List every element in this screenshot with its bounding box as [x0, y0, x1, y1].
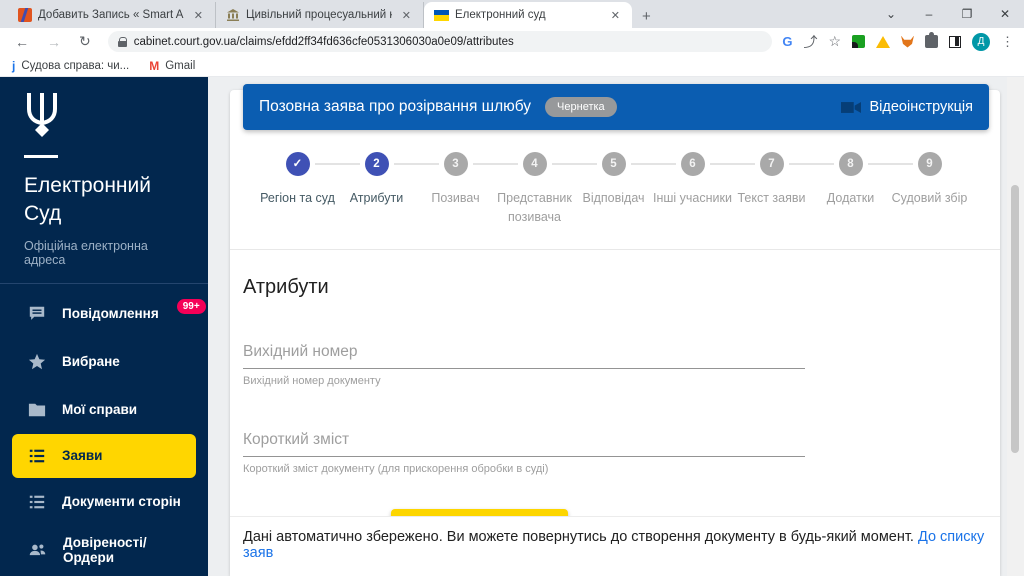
step-court-fee[interactable]: 9 Судовий збір [890, 152, 969, 227]
tab-close-icon[interactable]: ✕ [398, 7, 415, 24]
main-area: Позовна заява про розірвання шлюбу Черне… [208, 77, 1024, 576]
claim-header: Позовна заява про розірвання шлюбу Черне… [243, 84, 989, 130]
videocam-icon [841, 101, 861, 114]
chat-icon [28, 305, 46, 323]
tab-title: Добавить Запись « Smart Advok [38, 9, 184, 21]
bookmark-star-icon[interactable]: ☆ [828, 33, 841, 50]
tab-close-icon[interactable]: ✕ [607, 7, 624, 24]
sidebar-item-messages[interactable]: Повідомлення 99+ [0, 290, 208, 338]
cast-extension-icon[interactable] [852, 35, 865, 48]
tab-civil-code[interactable]: Цивільний процесуальний коде ✕ [216, 2, 424, 28]
tab-smart-advokat[interactable]: Добавить Запись « Smart Advok ✕ [8, 2, 216, 28]
ukraine-flag-favicon [434, 10, 449, 21]
electronic-court-app: Електронний Суд Офіційна електронна адре… [0, 77, 1024, 576]
address-bar: ← → ↻ cabinet.court.gov.ua/claims/efdd2f… [0, 28, 1024, 55]
tab-close-icon[interactable]: ✕ [190, 7, 207, 24]
bookmark-court-case[interactable]: j Судова справа: чи... [12, 59, 129, 73]
step-circle-check-icon: ✓ [286, 152, 310, 176]
bookmarks-bar: j Судова справа: чи... M Gmail [0, 55, 1024, 77]
bookmark-label: Судова справа: чи... [21, 60, 129, 72]
share-icon[interactable]: ⤴ [803, 32, 817, 52]
smart-advokat-favicon [18, 8, 32, 22]
google-icon[interactable]: G [782, 34, 792, 49]
sidebar-item-label: Повідомлення [62, 306, 159, 321]
sidebar-item-label: Вибране [62, 354, 120, 369]
sidebar-divider [0, 283, 208, 284]
url-text: cabinet.court.gov.ua/claims/efdd2ff34fd6… [134, 36, 514, 48]
tab-title: Цивільний процесуальний коде [246, 9, 392, 21]
bookmark-label: Gmail [165, 60, 195, 72]
sidebar-item-label: Мої справи [62, 402, 137, 417]
tab-title: Електронний суд [455, 9, 601, 21]
window-chevron-icon[interactable]: ⌄ [872, 7, 910, 21]
tab-electronic-court[interactable]: Електронний суд ✕ [424, 2, 632, 28]
sidebar-item-favorites[interactable]: Вибране [0, 338, 208, 386]
attributes-form: Атрибути Вихідний номер документу Коротк… [230, 250, 1000, 550]
sidebar-item-powers-of-attorney[interactable]: Довіреності/Ордери [0, 526, 208, 574]
app-subtitle: Офіційна електронна адреса [24, 239, 184, 267]
app-title: Електронний Суд [24, 172, 184, 229]
url-field[interactable]: cabinet.court.gov.ua/claims/efdd2ff34fd6… [108, 31, 773, 52]
extensions-puzzle-icon[interactable] [925, 35, 938, 48]
list-icon [28, 493, 46, 511]
star-icon [28, 353, 46, 371]
people-icon [28, 541, 47, 559]
short-summary-input[interactable] [243, 427, 805, 457]
gmail-icon: M [149, 59, 159, 73]
profile-avatar[interactable]: Д [972, 33, 990, 51]
video-instruction-link[interactable]: Відеоінструкція [841, 99, 973, 115]
progress-stepper: ✓ Регіон та суд 2 Атрибути 3 Позивач 4 П… [258, 152, 972, 227]
sidebar-item-my-cases[interactable]: Мої справи [0, 386, 208, 434]
trident-logo-icon [24, 91, 60, 139]
sidebar-item-label: Довіреності/Ордери [63, 535, 192, 565]
browser-tab-strip: Добавить Запись « Smart Advok ✕ Цивільни… [0, 0, 1024, 28]
messages-count-badge: 99+ [177, 299, 206, 314]
list-icon [28, 447, 46, 465]
folder-icon [28, 401, 46, 419]
window-controls: ⌄ – ❐ ✕ [872, 0, 1024, 28]
reload-button[interactable]: ↻ [72, 33, 98, 50]
close-window-button[interactable]: ✕ [986, 7, 1024, 21]
field-helper-text: Вихідний номер документу [243, 375, 805, 387]
outgoing-number-input[interactable] [243, 339, 805, 369]
sidebar-item-label: Документи сторін [62, 494, 181, 509]
logo-divider [24, 155, 58, 158]
field-helper-text: Короткий зміст документу (для прискоренн… [243, 463, 805, 475]
bookmark-gmail[interactable]: M Gmail [149, 59, 195, 73]
padlock-icon [118, 37, 127, 47]
browser-menu-icon[interactable]: ⋮ [1001, 34, 1014, 50]
metamask-extension-icon[interactable] [901, 36, 914, 48]
building-favicon [226, 8, 240, 22]
draft-status-badge: Чернетка [545, 97, 617, 117]
sidebar: Електронний Суд Офіційна електронна адре… [0, 77, 208, 576]
claim-title: Позовна заява про розірвання шлюбу [259, 98, 531, 116]
autosave-notice: Дані автоматично збережено. Ви можете по… [230, 516, 1000, 576]
back-button[interactable]: ← [8, 34, 36, 50]
short-summary-field: Короткий зміст документу (для прискоренн… [243, 427, 805, 475]
forward-button[interactable]: → [40, 34, 68, 50]
minimize-button[interactable]: – [910, 7, 948, 21]
form-title: Атрибути [243, 276, 987, 299]
new-tab-button[interactable]: + [632, 8, 661, 28]
sidebar-item-claims[interactable]: Заяви [12, 434, 196, 478]
drive-extension-icon[interactable] [876, 36, 890, 48]
sidebar-item-party-documents[interactable]: Документи сторін [0, 478, 208, 526]
sidebar-item-label: Заяви [62, 448, 102, 463]
claim-card: Позовна заява про розірвання шлюбу Черне… [230, 90, 1000, 576]
scrollbar-thumb[interactable] [1011, 185, 1019, 453]
bookmark-j-icon: j [12, 59, 15, 73]
outgoing-number-field: Вихідний номер документу [243, 339, 805, 387]
maximize-button[interactable]: ❐ [948, 7, 986, 21]
page-scrollbar [1007, 77, 1024, 576]
sidebar-extension-icon[interactable] [949, 36, 961, 48]
